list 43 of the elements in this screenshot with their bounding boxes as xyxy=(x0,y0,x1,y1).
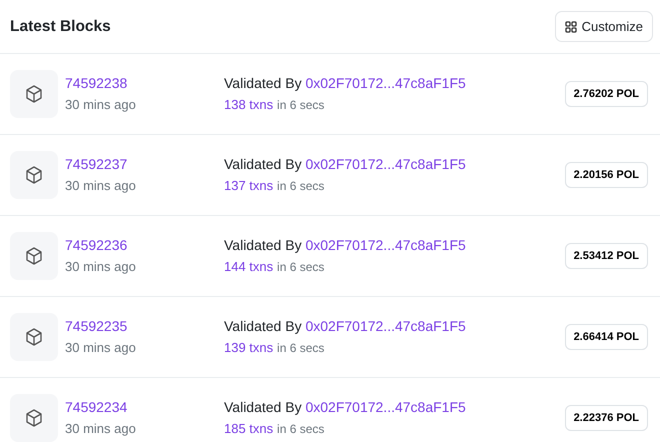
customize-button[interactable]: Customize xyxy=(554,10,653,42)
txns-link[interactable]: 139 txns xyxy=(224,340,274,355)
reward-amount: 2.53412 POL xyxy=(564,242,648,270)
txns-link[interactable]: 138 txns xyxy=(224,97,274,112)
validator-link[interactable]: 0x02F70172...47c8aF1F5 xyxy=(305,156,466,172)
block-number-link[interactable]: 74592236 xyxy=(65,237,128,253)
txns-link[interactable]: 185 txns xyxy=(224,421,274,436)
block-duration: in 6 secs xyxy=(277,341,324,355)
validator-link[interactable]: 0x02F70172...47c8aF1F5 xyxy=(305,237,466,253)
grid-icon xyxy=(564,20,577,32)
validated-by-label: Validated By xyxy=(224,237,302,253)
block-duration: in 6 secs xyxy=(277,260,324,274)
validator-link[interactable]: 0x02F70172...47c8aF1F5 xyxy=(305,399,466,415)
cube-icon xyxy=(24,84,44,104)
block-age: 30 mins ago xyxy=(65,259,136,274)
validated-by-label: Validated By xyxy=(224,75,302,91)
cube-icon xyxy=(24,327,44,347)
block-age: 30 mins ago xyxy=(65,421,136,436)
validator-link[interactable]: 0x02F70172...47c8aF1F5 xyxy=(305,75,466,91)
validator-link[interactable]: 0x02F70172...47c8aF1F5 xyxy=(305,318,466,334)
block-duration: in 6 secs xyxy=(277,179,324,193)
txns-link[interactable]: 144 txns xyxy=(224,259,274,274)
block-number-link[interactable]: 74592234 xyxy=(65,399,128,415)
cube-icon xyxy=(24,408,44,428)
block-duration: in 6 secs xyxy=(277,98,324,112)
block-age: 30 mins ago xyxy=(65,178,136,193)
reward-amount: 2.22376 POL xyxy=(564,404,648,432)
validated-by-label: Validated By xyxy=(224,156,302,172)
block-age: 30 mins ago xyxy=(65,97,136,112)
block-number-link[interactable]: 74592237 xyxy=(65,156,128,172)
block-age: 30 mins ago xyxy=(65,340,136,355)
reward-amount: 2.66414 POL xyxy=(564,324,648,350)
reward-amount: 2.76202 POL xyxy=(564,80,648,108)
validated-by-label: Validated By xyxy=(224,399,302,415)
cube-icon xyxy=(24,165,44,185)
txns-link[interactable]: 137 txns xyxy=(224,178,274,193)
validated-by-label: Validated By xyxy=(224,318,302,334)
block-number-link[interactable]: 74592235 xyxy=(65,318,128,334)
block-number-link[interactable]: 74592238 xyxy=(65,75,128,91)
block-duration: in 6 secs xyxy=(277,422,324,436)
section-title: Latest Blocks xyxy=(10,16,111,37)
reward-amount: 2.20156 POL xyxy=(564,162,648,188)
cube-icon xyxy=(24,246,44,266)
